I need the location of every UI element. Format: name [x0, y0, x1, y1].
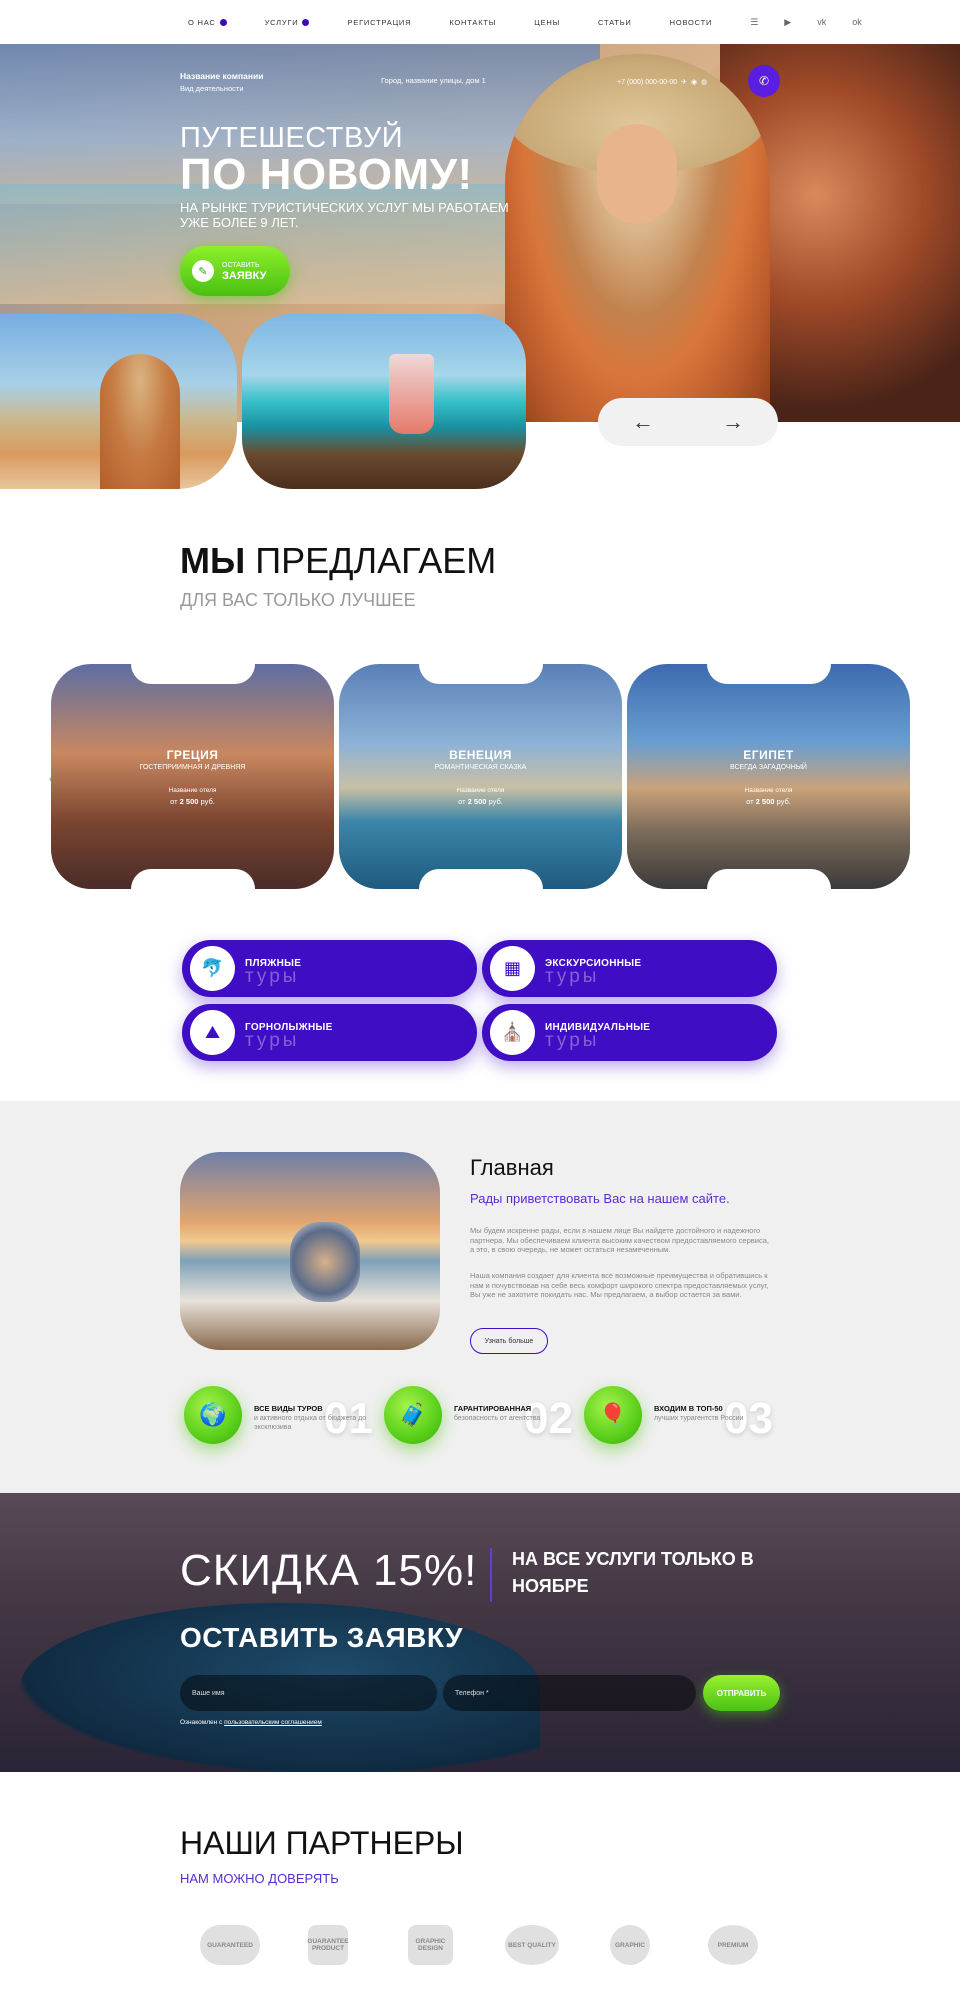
building-icon: ▦ — [490, 946, 535, 991]
cocktail-thumbnail — [242, 314, 526, 489]
destination-tagline: ГОСТЕПРИИМНАЯ И ДРЕВНЯЯ — [139, 764, 246, 771]
nav-item-news[interactable]: НОВОСТИ — [670, 18, 713, 27]
telegram-icon[interactable]: ✈ — [681, 78, 687, 86]
company-name: Название компании — [180, 71, 264, 81]
top-nav: О НАС УСЛУГИ РЕГИСТРАЦИЯ КОНТАКТЫ ЦЕНЫ С… — [0, 0, 960, 44]
cta-big-label: ЗАЯВКУ — [222, 269, 267, 282]
nav-item-prices[interactable]: ЦЕНЫ — [534, 18, 560, 27]
hero-address: Город, название улицы, дом 1 — [381, 76, 486, 85]
promo-divider — [490, 1548, 492, 1602]
tour-excursion-button[interactable]: ▦ ЭКСКУРСИОННЫЕ туры — [482, 940, 777, 997]
dropdown-dot-icon — [302, 18, 310, 26]
company-type: Вид деятельности — [180, 84, 244, 93]
arrow-left-icon[interactable]: ← — [632, 409, 654, 435]
face-shape — [597, 124, 677, 224]
dolphin-icon: 🐬 — [190, 946, 235, 991]
promo-right-text: НА ВСЕ УСЛУГИ ТОЛЬКО В НОЯБРЕ — [512, 1549, 754, 1596]
partner-badge: GRAPHIC DESIGN — [408, 1925, 453, 1965]
tour-individual-button[interactable]: ⛪ ИНДИВИДУАЛЬНЫЕ туры — [482, 1004, 777, 1061]
beach-thumbnail — [0, 314, 237, 489]
destination-name: ГРЕЦИЯ — [166, 748, 219, 762]
destination-tagline: ВСЕГДА ЗАГАДОЧНЫЙ — [730, 764, 807, 771]
nav-item-contacts[interactable]: КОНТАКТЫ — [449, 18, 496, 27]
partner-badge: GRAPHIC — [610, 1925, 650, 1965]
viber-icon[interactable]: ◍ — [701, 78, 707, 86]
send-button[interactable]: ОТПРАВИТЬ — [703, 1675, 780, 1711]
hotel-name: Название отеля — [744, 787, 793, 794]
partners-subtitle: НАМ МОЖНО ДОВЕРЯТЬ — [180, 1871, 339, 1886]
partner-badge: BEST QUALITY — [505, 1925, 559, 1965]
balloon-icon: 🎈 — [584, 1386, 642, 1444]
nav-item-registration[interactable]: РЕГИСТРАЦИЯ — [347, 18, 411, 27]
name-input[interactable]: Ваше имя — [180, 1675, 437, 1711]
leave-request-button[interactable]: ✎ ОСТАВИТЬ ЗАЯВКУ — [180, 246, 290, 296]
hero-title: ПО НОВОМУ! — [180, 150, 473, 199]
youtube-icon[interactable]: ▶ — [784, 17, 791, 28]
destination-card-venice[interactable]: ВЕНЕЦИЯ РОМАНТИЧЕСКАЯ СКАЗКА Название от… — [339, 664, 622, 889]
hero-phone[interactable]: +7 (000) 000-00-00 ✈ ◉ ◍ — [617, 78, 707, 87]
agreement-text: Ознакомлен с пользовательским соглашение… — [180, 1719, 322, 1726]
nav-item-services[interactable]: УСЛУГИ — [265, 18, 310, 27]
hotel-name: Название отеля — [456, 787, 505, 794]
feature-guaranteed: 02 🧳 ГАРАНТИРОВАННАЯ безопасность от аге… — [384, 1386, 584, 1446]
offer-subtitle: ДЛЯ ВАС ТОЛЬКО ЛУЧШЕЕ — [180, 590, 416, 610]
page: О НАС УСЛУГИ РЕГИСТРАЦИЯ КОНТАКТЫ ЦЕНЫ С… — [0, 0, 960, 2000]
luggage-icon: 🧳 — [384, 1386, 442, 1444]
cta-small-label: ОСТАВИТЬ — [222, 261, 260, 269]
destination-card-greece[interactable]: ГРЕЦИЯ ГОСТЕПРИИМНАЯ И ДРЕВНЯЯ Название … — [51, 664, 334, 889]
price: от 2 500 руб. — [170, 797, 215, 806]
destination-tagline: РОМАНТИЧЕСКАЯ СКАЗКА — [434, 764, 527, 771]
tour-ski-button[interactable]: ⛰ ГОРНОЛЫЖНЫЕ туры — [182, 1004, 477, 1061]
ok-icon[interactable]: ok — [852, 17, 862, 27]
hotel-name: Название отеля — [168, 787, 217, 794]
phone-number[interactable]: +7 (000) 000-00-00 — [617, 79, 677, 86]
phone-input[interactable]: Телефон * — [443, 1675, 696, 1711]
whatsapp-icon[interactable]: ◉ — [691, 78, 697, 86]
phone-icon: ✆ — [758, 74, 770, 88]
partner-badge: GUARANTEED — [200, 1925, 260, 1965]
pencil-icon: ✎ — [192, 260, 214, 282]
main-subtitle: Рады приветствовать Вас на нашем сайте. — [470, 1191, 730, 1206]
menu-icon[interactable]: ☰ — [750, 17, 758, 28]
learn-more-button[interactable]: Узнать больше — [470, 1328, 548, 1354]
hero-slider-controls: ← → — [598, 398, 778, 446]
woman-figure — [100, 354, 180, 489]
destination-name: ВЕНЕЦИЯ — [449, 748, 512, 762]
destination-name: ЕГИПЕТ — [743, 748, 794, 762]
hero-woman-image — [505, 54, 770, 422]
globe-icon: 🌍 — [184, 1386, 242, 1444]
agreement-link[interactable]: пользовательским соглашением — [224, 1719, 322, 1726]
feature-top50: 03 🎈 ВХОДИМ В ТОП-50 лучших турагентств … — [584, 1386, 784, 1446]
main-paragraph-1: Мы будем искренне рады, если в нашем лиц… — [470, 1226, 769, 1254]
nav-item-about[interactable]: О НАС — [188, 18, 227, 27]
partners-title: НАШИ ПАРТНЕРЫ — [180, 1825, 464, 1861]
price: от 2 500 руб. — [458, 797, 503, 806]
price: от 2 500 руб. — [746, 797, 791, 806]
arrow-right-icon[interactable]: → — [722, 409, 744, 435]
nav-item-articles[interactable]: СТАТЬИ — [598, 18, 632, 27]
request-form-title: ОСТАВИТЬ ЗАЯВКУ — [180, 1622, 464, 1653]
partner-badge: Premium — [708, 1925, 758, 1965]
hero-description: НА РЫНКЕ ТУРИСТИЧЕСКИХ УСЛУГ МЫ РАБОТАЕМ… — [180, 200, 509, 230]
cocktail-glass — [389, 354, 434, 434]
call-button[interactable]: ✆ — [748, 65, 780, 97]
tour-beach-button[interactable]: 🐬 ПЛЯЖНЫЕ туры — [182, 940, 477, 997]
landmark-icon: ⛪ — [490, 1010, 535, 1055]
mountain-icon: ⛰ — [190, 1010, 235, 1055]
yacht-couple-image — [180, 1152, 440, 1350]
promo-section — [0, 1493, 960, 1772]
feature-all-tours: 01 🌍 ВСЕ ВИДЫ ТУРОВ и активного отдыха о… — [184, 1386, 384, 1446]
offer-title: МЫ ПРЕДЛАГАЕМ — [180, 540, 497, 581]
dropdown-dot-icon — [219, 18, 227, 26]
partner-badge: GUARANTEE PRODUCT — [307, 1925, 349, 1965]
main-paragraph-2: Наша компания создает для клиента все во… — [470, 1271, 769, 1299]
main-title: Главная — [470, 1155, 554, 1180]
destination-card-egypt[interactable]: ЕГИПЕТ ВСЕГДА ЗАГАДОЧНЫЙ Название отеля … — [627, 664, 910, 889]
vk-icon[interactable]: vk — [817, 17, 826, 27]
discount-text: СКИДКА 15%! — [180, 1546, 478, 1595]
